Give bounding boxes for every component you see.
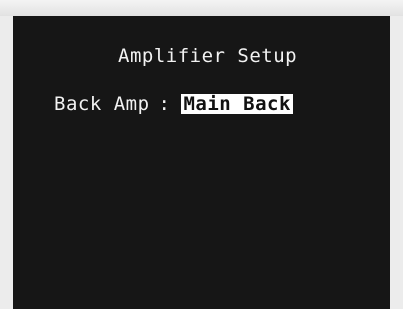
osd-menu-panel: Amplifier Setup Back Amp : Main Back	[13, 16, 390, 309]
top-strip	[0, 0, 403, 16]
screen-frame: Amplifier Setup Back Amp : Main Back	[0, 0, 403, 309]
menu-title: Amplifier Setup	[118, 45, 298, 67]
setting-row-back-amp[interactable]: Back Amp : Main Back	[54, 93, 293, 115]
setting-separator: :	[158, 93, 171, 115]
setting-value-selected[interactable]: Main Back	[181, 94, 293, 114]
setting-label: Back Amp	[54, 93, 150, 115]
